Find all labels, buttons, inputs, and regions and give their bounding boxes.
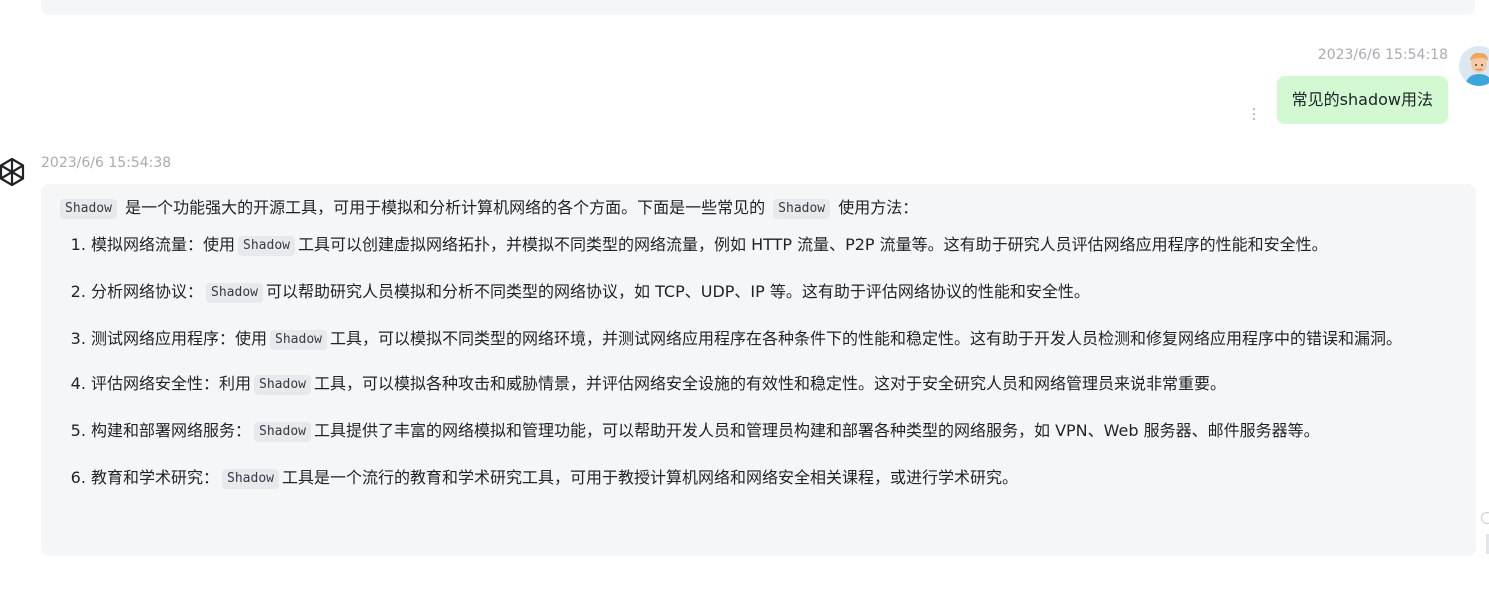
inline-code: Shadow (270, 330, 327, 350)
more-vertical-icon[interactable]: · · · (1251, 103, 1257, 127)
item-lead-text: 测试网络应用程序：使用 (91, 329, 268, 348)
inline-code: Shadow (254, 422, 311, 442)
item-lead-text: 教育和学术研究： (91, 468, 220, 487)
list-item: 测试网络应用程序：使用Shadow工具，可以模拟不同类型的网络环境，并测试网络应… (91, 326, 1460, 352)
openai-logo-icon (0, 155, 30, 193)
list-item: 模拟网络流量：使用Shadow工具可以创建虚拟网络拓扑，并模拟不同类型的网络流量… (91, 232, 1460, 258)
list-item: 构建和部署网络服务：Shadow工具提供了丰富的网络模拟和管理功能，可以帮助开发… (91, 418, 1460, 444)
list-item: 教育和学术研究：Shadow工具是一个流行的教育和学术研究工具，可用于教授计算机… (91, 465, 1460, 491)
previous-message-bubble (41, 0, 1475, 15)
inline-code: Shadow (222, 469, 279, 489)
user-message-row: 2023/6/6 15:54:18 常见的shadow用法 · · · (0, 44, 1489, 134)
inline-code: Shadow (254, 375, 311, 395)
intro-text: 是一个功能强大的开源工具，可用于模拟和分析计算机网络的各个方面。下面是一些常见的 (125, 198, 766, 217)
item-lead-text: 模拟网络流量：使用 (91, 235, 236, 254)
item-lead-text: 构建和部署网络服务： (91, 421, 252, 440)
assistant-message-timestamp: 2023/6/6 15:54:38 (41, 155, 172, 171)
item-body-text: 工具提供了丰富的网络模拟和管理功能，可以帮助开发人员和管理员构建和部署各种类型的… (313, 421, 1320, 440)
user-message-bubble: 常见的shadow用法 (1276, 76, 1448, 124)
inline-code: Shadow (773, 199, 831, 219)
item-lead-text: 评估网络安全性：利用 (91, 374, 252, 393)
usage-list: 模拟网络流量：使用Shadow工具可以创建虚拟网络拓扑，并模拟不同类型的网络流量… (57, 232, 1460, 491)
item-body-text: 工具可以创建虚拟网络拓扑，并模拟不同类型的网络流量，例如 HTTP 流量、P2P… (297, 235, 1328, 254)
intro-text-end: 使用方法： (838, 198, 919, 217)
item-body-text: 工具，可以模拟各种攻击和威胁情景，并评估网络安全设施的有效性和稳定性。这对于安全… (313, 374, 1226, 393)
item-body-text: 工具，可以模拟不同类型的网络环境，并测试网络应用程序在各种条件下的性能和稳定性。… (329, 329, 1402, 348)
item-body-text: 可以帮助研究人员模拟和分析不同类型的网络协议，如 TCP、UDP、IP 等。这有… (265, 282, 1090, 301)
answer-intro: Shadow 是一个功能强大的开源工具，可用于模拟和分析计算机网络的各个方面。下… (57, 196, 1460, 220)
scroll-indicator-icon[interactable] (1481, 512, 1489, 524)
assistant-message-bubble: Shadow 是一个功能强大的开源工具，可用于模拟和分析计算机网络的各个方面。下… (41, 184, 1476, 556)
user-message-timestamp: 2023/6/6 15:54:18 (1317, 47, 1448, 63)
user-avatar-icon[interactable] (1459, 46, 1489, 86)
item-body-text: 工具是一个流行的教育和学术研究工具，可用于教授计算机网络和网络安全相关课程，或进… (281, 468, 1018, 487)
list-item: 分析网络协议：Shadow可以帮助研究人员模拟和分析不同类型的网络协议，如 TC… (91, 279, 1460, 305)
inline-code: Shadow (238, 236, 295, 256)
list-item: 评估网络安全性：利用Shadow工具，可以模拟各种攻击和威胁情景，并评估网络安全… (91, 371, 1460, 397)
inline-code: Shadow (206, 283, 263, 303)
inline-code: Shadow (60, 199, 117, 219)
item-lead-text: 分析网络协议： (91, 282, 204, 301)
